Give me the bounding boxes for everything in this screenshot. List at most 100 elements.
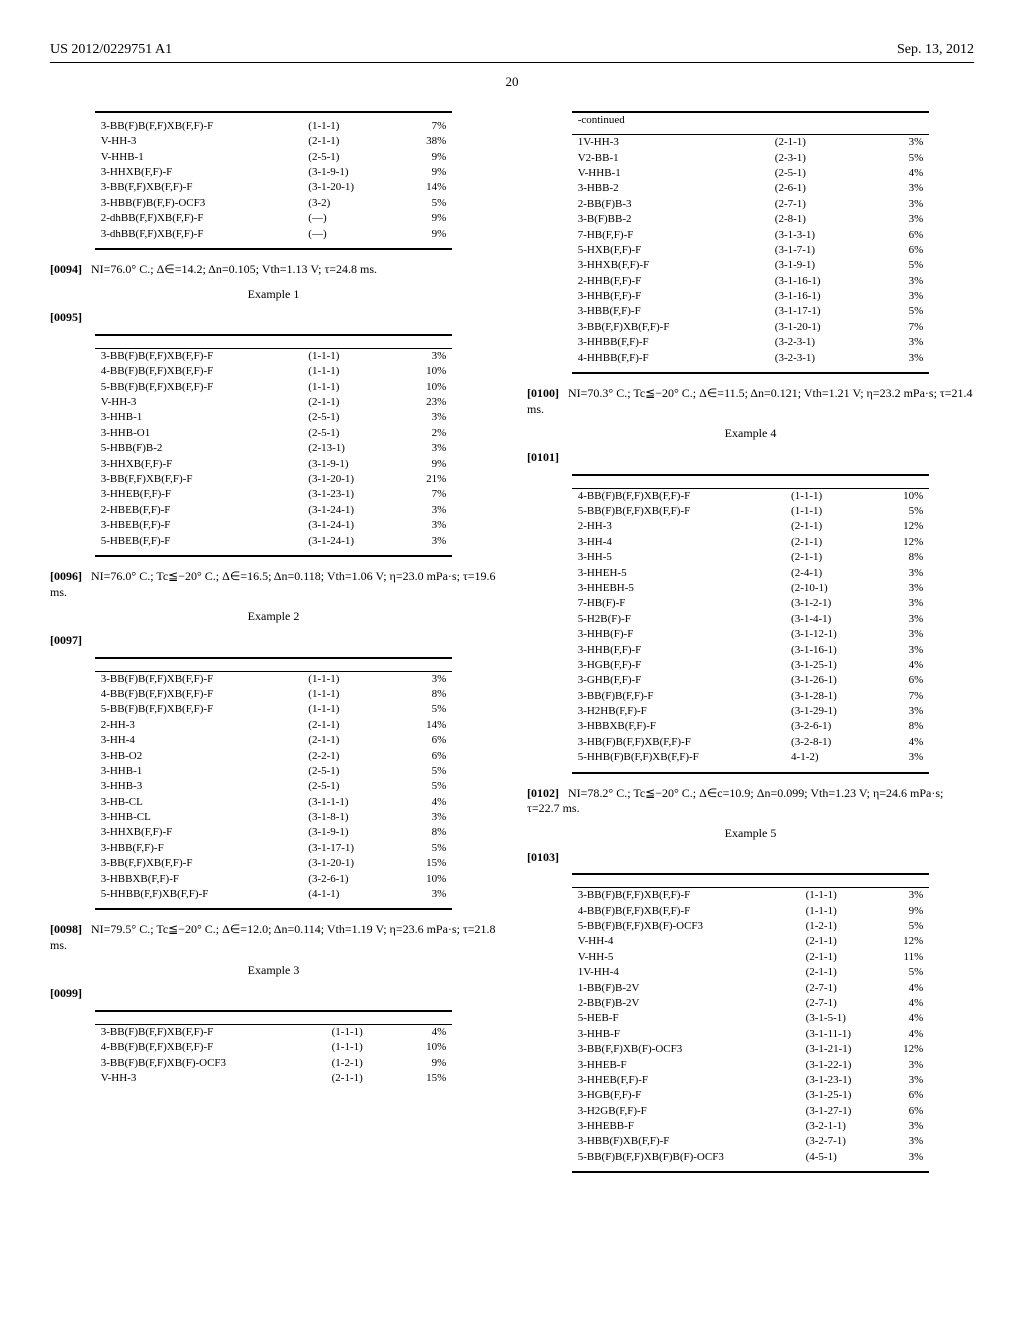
table-row: 3-H2GB(F,F)-F(3-1-27-1)6% bbox=[572, 1104, 930, 1119]
table-cell: 3% bbox=[879, 197, 930, 212]
example-heading-5: Example 5 bbox=[527, 825, 974, 842]
table-cell: (3-1-9-1) bbox=[769, 258, 879, 273]
table-cell: 38% bbox=[399, 134, 453, 149]
table-row: 3-BB(F)B(F,F)-F(3-1-28-1)7% bbox=[572, 689, 930, 704]
table-row: 5-HHB(F)B(F,F)XB(F,F)-F4-1-2)3% bbox=[572, 750, 930, 765]
table-cell: (—) bbox=[302, 227, 398, 242]
para-text: NI=79.5° C.; Tc≦−20° C.; Δ∈=12.0; Δn=0.1… bbox=[50, 922, 496, 952]
table-cell: 1-BB(F)B-2V bbox=[572, 981, 800, 996]
table-example4: 4-BB(F)B(F,F)XB(F,F)-F(1-1-1)10%5-BB(F)B… bbox=[572, 474, 930, 774]
table-cell: 4% bbox=[879, 166, 930, 181]
table-cell: 5-HHB(F)B(F,F)XB(F,F)-F bbox=[572, 750, 785, 765]
table-row: 1V-HH-3(2-1-1)3% bbox=[572, 135, 930, 151]
table-cell: 3% bbox=[879, 274, 930, 289]
table-cell: 1V-HH-3 bbox=[572, 135, 769, 151]
table-cell: (3-1-25-1) bbox=[800, 1088, 883, 1103]
table-cell: (3-1-5-1) bbox=[800, 1011, 883, 1026]
table-row: 5-HHBB(F,F)XB(F,F)-F(4-1-1)3% bbox=[95, 887, 453, 902]
page-header: US 2012/0229751 A1 Sep. 13, 2012 bbox=[50, 40, 974, 63]
table-cell: (2-1-1) bbox=[302, 395, 398, 410]
table-cell: 9% bbox=[399, 211, 453, 226]
table-row: V-HH-3(2-1-1)15% bbox=[95, 1071, 453, 1086]
table-cell: 5% bbox=[878, 504, 930, 519]
table-cell: 3-BB(F)B(F,F)XB(F,F)-F bbox=[95, 348, 303, 364]
table-cell: (3-1-22-1) bbox=[800, 1058, 883, 1073]
table-row: 3-HHB-F(3-1-11-1)4% bbox=[572, 1027, 930, 1042]
table-row: V-HH-3(2-1-1)23% bbox=[95, 395, 453, 410]
table-cell: 5% bbox=[399, 841, 453, 856]
table-row: 3-HGB(F,F)-F(3-1-25-1)4% bbox=[572, 658, 930, 673]
table-cell: 3-HHB-3 bbox=[95, 779, 303, 794]
para-0097: [0097] bbox=[50, 633, 497, 649]
table-row: 3-HB-CL(3-1-1-1)4% bbox=[95, 795, 453, 810]
table-cell: 3% bbox=[878, 704, 930, 719]
table-cell: 4% bbox=[399, 795, 453, 810]
table-cell: 5-H2B(F)-F bbox=[572, 612, 785, 627]
table-cell: 3-HHB-1 bbox=[95, 764, 303, 779]
table-cell: 4-BB(F)B(F,F)XB(F,F)-F bbox=[95, 687, 303, 702]
table-cell: (1-1-1) bbox=[302, 364, 398, 379]
para-number: [0100] bbox=[527, 386, 559, 400]
table-cell: V2-BB-1 bbox=[572, 151, 769, 166]
table-cell: 3-HHXB(F,F)-F bbox=[95, 457, 303, 472]
table-cell: (1-2-1) bbox=[326, 1056, 399, 1071]
table-cell: 3-HH-4 bbox=[95, 733, 303, 748]
table-cell: V-HH-3 bbox=[95, 395, 303, 410]
table-cell: 3-BB(F)B(F,F)XB(F)-OCF3 bbox=[95, 1056, 326, 1071]
table-cell: 9% bbox=[399, 457, 453, 472]
table-cell: (2-4-1) bbox=[785, 566, 878, 581]
table-cell: 10% bbox=[878, 488, 930, 504]
table-cell: 4-BB(F)B(F,F)XB(F,F)-F bbox=[572, 904, 800, 919]
table-cell: (3-1-24-1) bbox=[302, 518, 398, 533]
table-cell: 12% bbox=[883, 934, 929, 949]
table-cell: (3-2) bbox=[302, 196, 398, 211]
table-cell: 6% bbox=[883, 1104, 929, 1119]
table-cell: 7% bbox=[399, 487, 453, 502]
table-cell: 3-HBEB(F,F)-F bbox=[95, 518, 303, 533]
table-cell: 8% bbox=[399, 687, 453, 702]
table-cell: (2-13-1) bbox=[302, 441, 398, 456]
table-cell: (1-1-1) bbox=[302, 671, 398, 687]
table-cell: (4-5-1) bbox=[800, 1150, 883, 1165]
table-cell: (2-7-1) bbox=[800, 996, 883, 1011]
table-cell: 3-HGB(F,F)-F bbox=[572, 1088, 800, 1103]
table-cell: 5% bbox=[879, 258, 930, 273]
table-row: V-HH-3(2-1-1)38% bbox=[95, 134, 453, 149]
table-row: 3-HHEB-F(3-1-22-1)3% bbox=[572, 1058, 930, 1073]
table-cell: 5-HBB(F)B-2 bbox=[95, 441, 303, 456]
table-cell: 3-HHEBH-5 bbox=[572, 581, 785, 596]
table-cell: 14% bbox=[399, 718, 453, 733]
table-cell: 5-BB(F)B(F,F)XB(F,F)-F bbox=[95, 702, 303, 717]
table-cell: 3% bbox=[883, 1150, 929, 1165]
example-heading-1: Example 1 bbox=[50, 286, 497, 303]
table-cell: 4-HHBB(F,F)-F bbox=[572, 351, 769, 366]
table-row: 3-HH-5(2-1-1)8% bbox=[572, 550, 930, 565]
table-cell: 1V-HH-4 bbox=[572, 965, 800, 980]
table-cell: 9% bbox=[399, 165, 453, 180]
table-cell: 3% bbox=[883, 1058, 929, 1073]
table-cell: 3-dhBB(F,F)XB(F,F)-F bbox=[95, 227, 303, 242]
table-cell: (2-5-1) bbox=[302, 426, 398, 441]
table-row: 3-HHB(F,F)-F(3-1-16-1)3% bbox=[572, 643, 930, 658]
table-cell: (3-1-4-1) bbox=[785, 612, 878, 627]
table-row: 3-HB(F)B(F,F)XB(F,F)-F(3-2-8-1)4% bbox=[572, 735, 930, 750]
para-number: [0094] bbox=[50, 262, 82, 276]
right-column: -continued 1V-HH-3(2-1-1)3%V2-BB-1(2-3-1… bbox=[527, 111, 974, 1185]
table-cell: (3-1-16-1) bbox=[769, 289, 879, 304]
table-row: 3-HB-O2(2-2-1)6% bbox=[95, 749, 453, 764]
table-cell: (3-1-16-1) bbox=[785, 643, 878, 658]
table-cell: 3-HHEH-5 bbox=[572, 566, 785, 581]
table-cell: 2-HH-3 bbox=[95, 718, 303, 733]
para-0096: [0096] NI=76.0° C.; Tc≦−20° C.; Δ∈=16.5;… bbox=[50, 569, 497, 600]
table-row: 2-BB(F)B-2V(2-7-1)4% bbox=[572, 996, 930, 1011]
table-cell: 3% bbox=[399, 441, 453, 456]
table-cell: (2-1-1) bbox=[785, 519, 878, 534]
table-row: 3-BB(F,F)XB(F)-OCF3(3-1-21-1)12% bbox=[572, 1042, 930, 1057]
table-cell: 5% bbox=[399, 196, 453, 211]
table-row: 5-HEB-F(3-1-5-1)4% bbox=[572, 1011, 930, 1026]
table-cell: 9% bbox=[883, 904, 929, 919]
table-cell: (1-2-1) bbox=[800, 919, 883, 934]
table-cell: (3-1-9-1) bbox=[302, 165, 398, 180]
table-cell: 3-HHEB(F,F)-F bbox=[95, 487, 303, 502]
table-cell: 3-HHB-F bbox=[572, 1027, 800, 1042]
